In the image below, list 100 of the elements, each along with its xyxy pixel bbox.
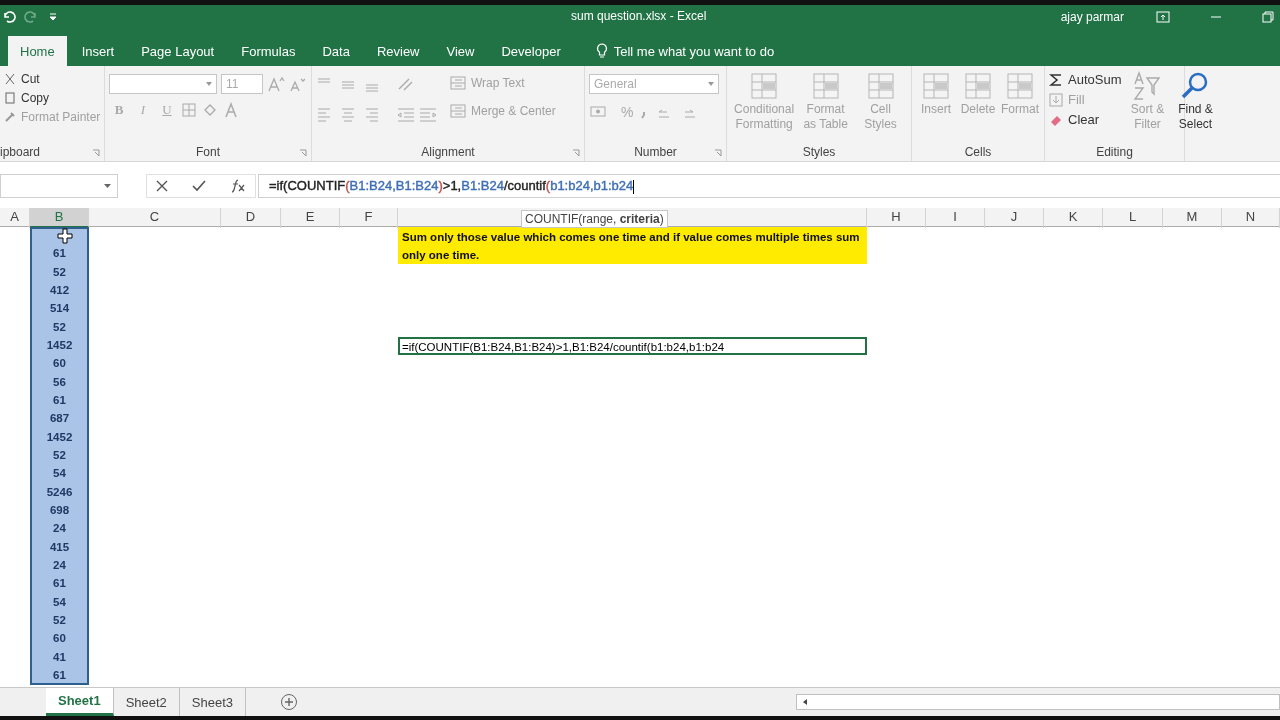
table-cell-text: 56 <box>53 374 66 390</box>
column-header[interactable]: F <box>340 208 398 228</box>
column-header[interactable]: H <box>867 208 926 228</box>
window-title: sum question.xlsx - Excel <box>571 9 707 23</box>
font-name-field[interactable] <box>109 74 217 94</box>
table-cell-text: 41 <box>53 649 66 665</box>
restore-icon[interactable] <box>1262 11 1274 23</box>
add-sheet-icon[interactable] <box>280 693 299 711</box>
cursor-icon <box>56 228 73 245</box>
column-header[interactable]: B <box>30 208 89 228</box>
ribbon-command[interactable]: AutoSum <box>1049 72 1122 87</box>
ribbon-display-icon[interactable] <box>1156 11 1170 23</box>
table-cell-text: 61 <box>53 246 66 262</box>
column-header[interactable]: N <box>1222 208 1280 228</box>
lightbulb-icon <box>595 43 608 59</box>
ribbon-tab[interactable]: Review <box>364 36 432 66</box>
table-cell-text: 54 <box>53 466 66 482</box>
dialog-launcher-icon[interactable] <box>572 149 580 157</box>
fill-down-icon <box>1049 92 1063 107</box>
formula-part: B1:B24,B1:B24 <box>349 178 439 193</box>
table-cell-text: 698 <box>49 502 70 518</box>
customize-icon[interactable] <box>48 11 58 23</box>
table-cell-text: 52 <box>53 612 66 628</box>
formula-part: /countif <box>503 178 546 193</box>
ribbon-tab[interactable]: Formulas <box>229 36 308 66</box>
scissors-icon <box>4 73 16 85</box>
table-cell-text: 60 <box>53 631 66 647</box>
dialog-launcher-icon[interactable] <box>299 149 307 157</box>
ribbon-command[interactable]: Cut <box>4 72 101 86</box>
caret-icon <box>708 82 714 86</box>
table-cell-text: 54 <box>53 594 66 610</box>
table-cell-text: 412 <box>49 283 70 298</box>
grow-font-icon[interactable] <box>267 76 285 92</box>
column-header[interactable]: J <box>985 208 1044 228</box>
group-label: Editing <box>1096 145 1133 159</box>
note-cell: Sum only those value which comes one time and if value comes multiple times sum only one time. <box>398 227 867 264</box>
formula-part: ( <box>545 178 551 193</box>
table-cell-text: 687 <box>49 411 70 427</box>
ribbon-tab[interactable]: Page Layout <box>129 36 227 66</box>
copy-icon <box>4 92 16 104</box>
caret-icon <box>104 184 111 188</box>
function-icon[interactable] <box>230 179 246 193</box>
merge-icon <box>450 104 466 118</box>
ribbon-command[interactable]: Find & Select <box>1173 70 1218 143</box>
group-label: Number <box>634 145 677 159</box>
ribbon-command[interactable]: Clear <box>1049 112 1122 127</box>
formula-part: ) <box>438 178 443 193</box>
user-name[interactable]: ajay parmar <box>1060 10 1124 24</box>
brush-icon <box>4 111 16 123</box>
ribbon-tab[interactable]: View <box>434 36 487 66</box>
table-cell-text: 52 <box>53 264 66 280</box>
ribbon-tab[interactable]: Developer <box>489 36 573 66</box>
table-cell-text: 415 <box>49 539 70 555</box>
table-cell-text: 514 <box>49 301 70 317</box>
table-cell-text: 61 <box>53 667 66 683</box>
function-tooltip: COUNTIF(range, criteria) <box>521 210 668 228</box>
ribbon-tab[interactable]: Insert <box>69 36 127 66</box>
close-icon[interactable] <box>156 180 168 192</box>
formula-part: b1:b24,b1:b24 <box>550 178 634 193</box>
table-cell-text: 5246 <box>46 484 73 500</box>
sigma-icon <box>1049 72 1063 87</box>
column-header[interactable]: C <box>89 208 221 228</box>
group-label: Cells <box>964 145 992 159</box>
table-cell-text: 52 <box>53 447 66 463</box>
table-cell-text: 24 <box>53 557 66 573</box>
column-header[interactable]: L <box>1103 208 1163 228</box>
table-cell-text: 24 <box>53 521 66 537</box>
borders-icon[interactable] <box>181 102 197 118</box>
caret-icon <box>206 82 212 86</box>
table-cell-text: 61 <box>53 576 66 592</box>
column-header[interactable]: I <box>926 208 985 228</box>
dialog-launcher-icon[interactable] <box>714 149 722 157</box>
sheet-tab[interactable]: Sheet1 <box>46 688 114 716</box>
ribbon-command[interactable]: Copy <box>4 91 101 105</box>
table-cell-text: 1452 <box>46 429 73 445</box>
left-arrow-icon[interactable] <box>801 698 809 706</box>
table-icon <box>920 70 952 102</box>
font-color-icon[interactable] <box>223 102 239 118</box>
formula-field[interactable]: =if(COUNTIF(B1:B24,B1:B24)>1,B1:B24/countif(b1:b24,b1:b24 <box>258 174 1280 198</box>
active-cell[interactable]: =if(COUNTIF(B1:B24,B1:B24)>1,B1:B24/countif(b1:b24,b1:b24 <box>398 336 867 356</box>
formula-part: ( <box>345 178 350 193</box>
formula-part: =if(COUNTIF <box>269 178 346 193</box>
column-header[interactable]: M <box>1163 208 1222 228</box>
group-label: Styles <box>802 145 836 159</box>
dialog-launcher-icon[interactable] <box>92 149 100 157</box>
table-cell-text: 61 <box>53 392 66 408</box>
group-label: ipboard <box>0 145 41 159</box>
formula-part: >1, <box>442 178 462 193</box>
undo-icon[interactable] <box>2 10 16 24</box>
column-header[interactable]: E <box>281 208 340 228</box>
ribbon-tab[interactable]: Home <box>8 36 67 66</box>
wrap-text-icon <box>450 76 466 90</box>
ribbon-tab[interactable]: Data <box>310 36 362 66</box>
shrink-font-icon[interactable] <box>289 76 305 92</box>
name-box[interactable] <box>0 174 118 198</box>
checkmark-icon[interactable] <box>192 180 206 192</box>
horizontal-scrollbar[interactable] <box>796 694 1280 710</box>
tell-me-search[interactable]: Tell me what you want to do <box>587 36 775 66</box>
column-header[interactable]: K <box>1044 208 1103 228</box>
column-header[interactable]: D <box>221 208 281 228</box>
